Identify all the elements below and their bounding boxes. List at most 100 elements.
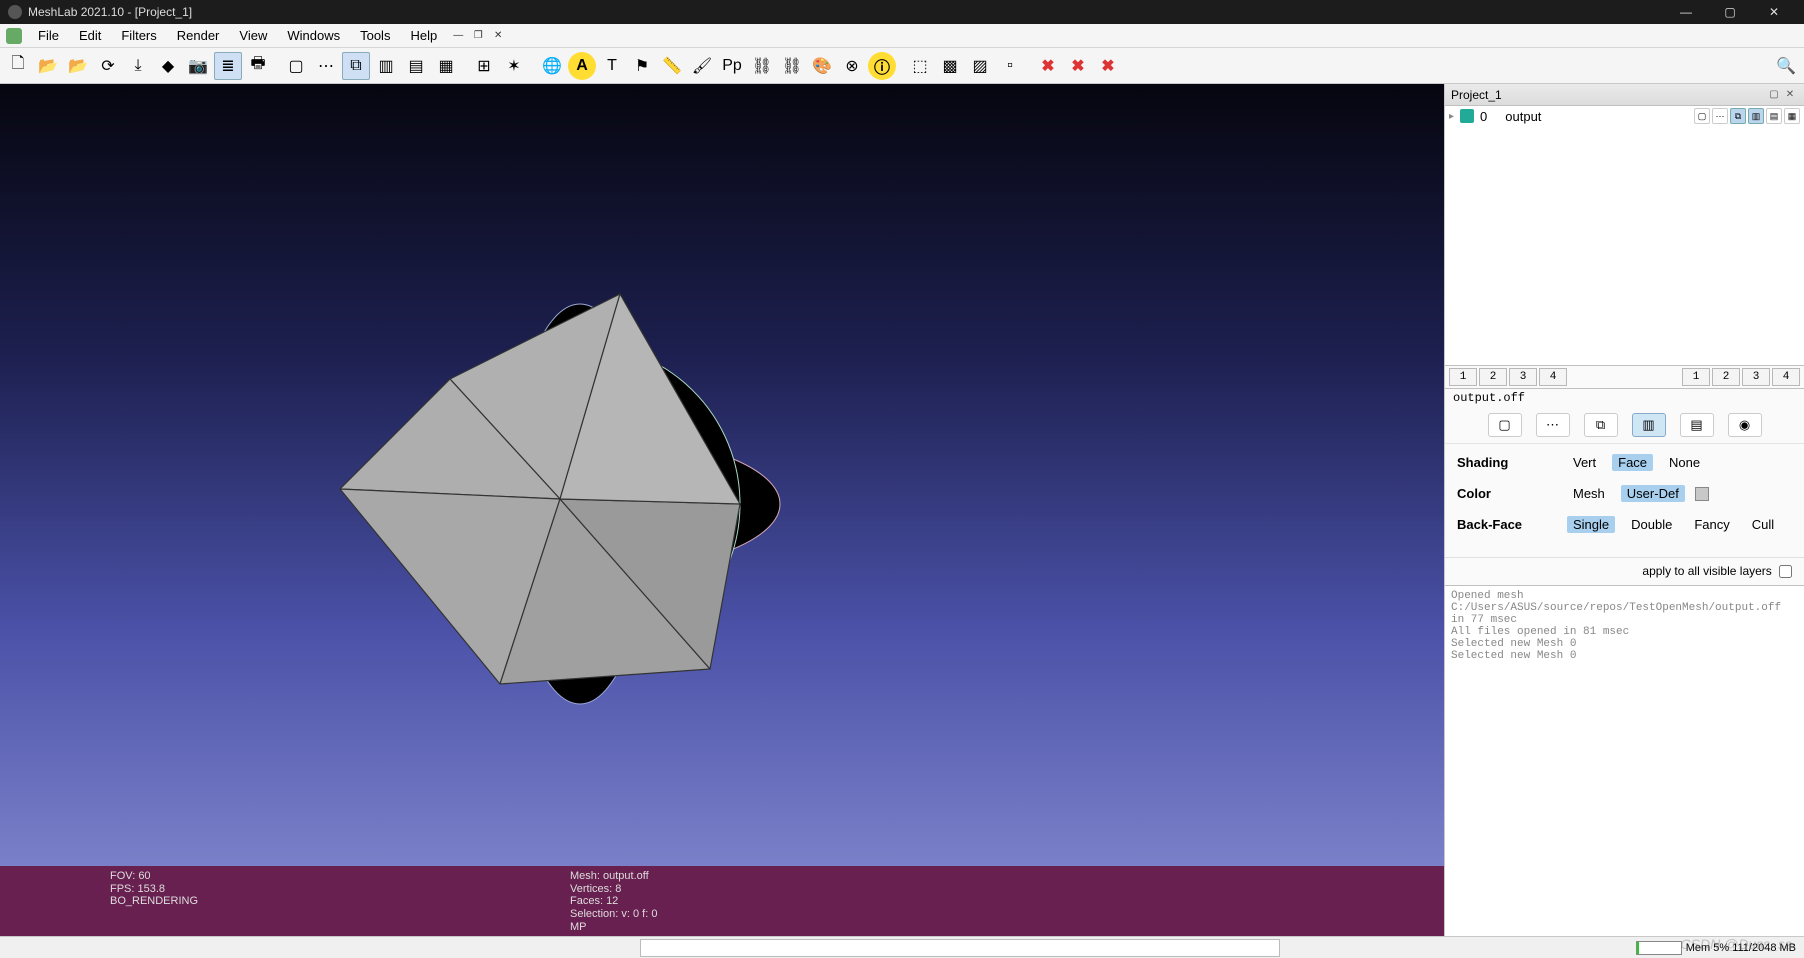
toolbar-bbox-icon[interactable]: ▢ xyxy=(282,52,310,80)
layer-fill-icon[interactable]: ▥ xyxy=(1748,108,1764,124)
preset-left-4[interactable]: 4 xyxy=(1539,368,1567,386)
toolbar-color-transfer-icon[interactable]: 🎨 xyxy=(808,52,836,80)
toolbar-pp-logo-icon[interactable]: Pp xyxy=(718,52,746,80)
close-button[interactable]: ✕ xyxy=(1752,0,1796,24)
layer-name: output xyxy=(1505,109,1541,124)
opt-vert[interactable]: Vert xyxy=(1567,454,1602,471)
tab-points-icon[interactable]: ⋯ xyxy=(1536,413,1570,437)
layer-sel-icon[interactable]: ▤ xyxy=(1766,108,1782,124)
toolbar-sel-v-icon[interactable]: ⬚ xyxy=(906,52,934,80)
layer-wire-icon[interactable]: ⧉ xyxy=(1730,108,1746,124)
menu-render[interactable]: Render xyxy=(167,26,230,45)
meshlab-icon xyxy=(6,28,22,44)
toolbar-sel-none-icon[interactable]: ▫ xyxy=(996,52,1024,80)
side-panel: Project_1 ▢ ✕ ▸ 0 output ▢ ⋯ ⧉ ▥ ▤ ▦ xyxy=(1444,84,1804,936)
opt-cull[interactable]: Cull xyxy=(1746,516,1780,533)
backface-label: Back-Face xyxy=(1457,517,1567,532)
toolbar-sel-conn-icon[interactable]: ▨ xyxy=(966,52,994,80)
opt-face[interactable]: Face xyxy=(1612,454,1653,471)
minimize-button[interactable]: — xyxy=(1664,0,1708,24)
toolbar-points-icon[interactable]: ⋯ xyxy=(312,52,340,80)
preset-right-3[interactable]: 3 xyxy=(1742,368,1770,386)
preset-left-2[interactable]: 2 xyxy=(1479,368,1507,386)
opt-fancy[interactable]: Fancy xyxy=(1688,516,1735,533)
toolbar-open-icon[interactable]: 📂 xyxy=(34,52,62,80)
opt-user-def[interactable]: User-Def xyxy=(1621,485,1685,502)
menu-edit[interactable]: Edit xyxy=(69,26,111,45)
layer-points-icon[interactable]: ⋯ xyxy=(1712,108,1728,124)
toolbar-snapshot-icon[interactable]: 📷 xyxy=(184,52,212,80)
menu-file[interactable]: File xyxy=(28,26,69,45)
expand-icon[interactable]: ▸ xyxy=(1449,111,1454,122)
toolbar: 🗋📂📂⟳⤓◆📷≣🖶▢⋯⧉▥▤▦⊞✶🌐AT⚑📏🖌Pp⛓⛓🎨⊗ⓘ⬚▩▨▫✖✖✖🔍 xyxy=(0,48,1804,84)
panel-undock-icon[interactable]: ▢ xyxy=(1766,87,1782,103)
toolbar-measure-icon[interactable]: 📏 xyxy=(658,52,686,80)
shading-label: Shading xyxy=(1457,455,1567,470)
toolbar-raster-icon[interactable]: 🖶 xyxy=(244,52,272,80)
mdi-minimize[interactable]: — xyxy=(449,29,467,43)
preset-right-4[interactable]: 4 xyxy=(1772,368,1800,386)
toolbar-axis-icon[interactable]: ✶ xyxy=(500,52,528,80)
toolbar-layers-icon[interactable]: ≣ xyxy=(214,52,242,80)
maximize-button[interactable]: ▢ xyxy=(1708,0,1752,24)
render-mode-tabs: ▢ ⋯ ⧉ ▥ ▤ ◉ xyxy=(1445,407,1804,444)
layer-list[interactable]: ▸ 0 output ▢ ⋯ ⧉ ▥ ▤ ▦ xyxy=(1445,106,1804,366)
toolbar-georef-icon[interactable]: ⊗ xyxy=(838,52,866,80)
menu-tools[interactable]: Tools xyxy=(350,26,400,45)
toolbar-wire-icon[interactable]: ⧉ xyxy=(342,52,370,80)
preset-left-3[interactable]: 3 xyxy=(1509,368,1537,386)
toolbar-new-icon[interactable]: 🗋 xyxy=(4,52,32,80)
opt-single[interactable]: Single xyxy=(1567,516,1615,533)
menu-view[interactable]: View xyxy=(229,26,277,45)
layer-edge-icon[interactable]: ▦ xyxy=(1784,108,1800,124)
toolbar-topo2-icon[interactable]: ⛓ xyxy=(778,52,806,80)
preset-right-2[interactable]: 2 xyxy=(1712,368,1740,386)
menu-help[interactable]: Help xyxy=(400,26,447,45)
toolbar-flat-icon[interactable]: ▥ xyxy=(372,52,400,80)
mdi-close[interactable]: ✕ xyxy=(489,29,507,43)
tab-bbox-icon[interactable]: ▢ xyxy=(1488,413,1522,437)
toolbar-del-sel-icon[interactable]: ✖ xyxy=(1094,52,1122,80)
tab-sel-icon[interactable]: ▤ xyxy=(1680,413,1714,437)
toolbar-bg-grid-icon[interactable]: ⊞ xyxy=(470,52,498,80)
toolbar-globe-icon[interactable]: 🌐 xyxy=(538,52,566,80)
toolbar-reload-icon[interactable]: ⟳ xyxy=(94,52,122,80)
toolbar-annotate-flag-icon[interactable]: ⚑ xyxy=(628,52,656,80)
preset-right-1[interactable]: 1 xyxy=(1682,368,1710,386)
layer-bbox-icon[interactable]: ▢ xyxy=(1694,108,1710,124)
viewport-3d[interactable] xyxy=(0,84,1444,866)
menu-windows[interactable]: Windows xyxy=(277,26,350,45)
toolbar-info-icon[interactable]: ⓘ xyxy=(868,52,896,80)
opt-double[interactable]: Double xyxy=(1625,516,1678,533)
toolbar-annotate-a-icon[interactable]: A xyxy=(568,52,596,80)
preset-left-1[interactable]: 1 xyxy=(1449,368,1477,386)
search-icon[interactable]: 🔍 xyxy=(1772,52,1800,80)
log-panel[interactable]: Opened mesh C:/Users/ASUS/source/repos/T… xyxy=(1445,586,1804,936)
toolbar-import-icon[interactable]: ⤓ xyxy=(124,52,152,80)
opt-none[interactable]: None xyxy=(1663,454,1706,471)
toolbar-flat-lines-icon[interactable]: ▤ xyxy=(402,52,430,80)
tab-fill-icon[interactable]: ▥ xyxy=(1632,413,1666,437)
menu-filters[interactable]: Filters xyxy=(111,26,166,45)
toolbar-export-icon[interactable]: ◆ xyxy=(154,52,182,80)
toolbar-sel-f-icon[interactable]: ▩ xyxy=(936,52,964,80)
toolbar-annotate-t-icon[interactable]: T xyxy=(598,52,626,80)
status-input[interactable] xyxy=(640,939,1280,957)
apply-checkbox[interactable] xyxy=(1779,565,1792,578)
toolbar-open-recent-icon[interactable]: 📂 xyxy=(64,52,92,80)
apply-label: apply to all visible layers xyxy=(1642,564,1771,578)
toolbar-del-v-icon[interactable]: ✖ xyxy=(1034,52,1062,80)
toolbar-topo1-icon[interactable]: ⛓ xyxy=(748,52,776,80)
layer-row[interactable]: ▸ 0 output ▢ ⋯ ⧉ ▥ ▤ ▦ xyxy=(1445,106,1804,126)
color-swatch[interactable] xyxy=(1695,487,1709,501)
tab-wire-icon[interactable]: ⧉ xyxy=(1584,413,1618,437)
toolbar-paint-icon[interactable]: 🖌 xyxy=(688,52,716,80)
tab-edge-icon[interactable]: ◉ xyxy=(1728,413,1762,437)
mdi-restore[interactable]: ❐ xyxy=(469,29,487,43)
opt-mesh[interactable]: Mesh xyxy=(1567,485,1611,502)
info-left: FOV: 60 FPS: 153.8 BO_RENDERING xyxy=(110,870,570,932)
panel-close-icon[interactable]: ✕ xyxy=(1782,87,1798,103)
visibility-icon[interactable] xyxy=(1460,109,1474,123)
toolbar-smooth-icon[interactable]: ▦ xyxy=(432,52,460,80)
toolbar-del-f-icon[interactable]: ✖ xyxy=(1064,52,1092,80)
